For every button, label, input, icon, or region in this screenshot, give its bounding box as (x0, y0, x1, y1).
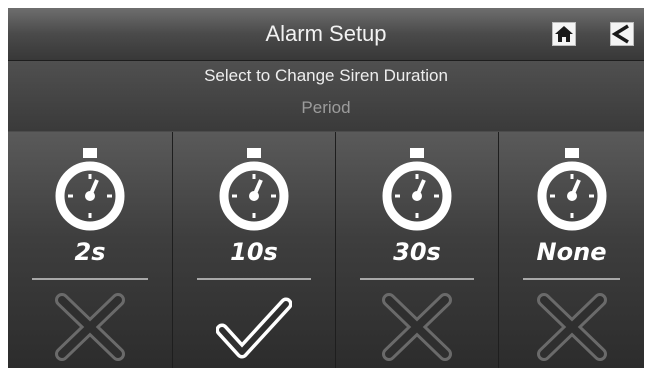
home-button[interactable] (552, 22, 576, 46)
back-button[interactable] (610, 22, 634, 46)
option-none[interactable]: None (499, 132, 644, 368)
divider (523, 278, 620, 280)
alarm-setup-screen: Alarm Setup Select to Change Siren Durat… (8, 8, 644, 368)
stopwatch-icon (537, 148, 606, 231)
unselected-x-icon (382, 293, 452, 361)
unselected-x-icon (536, 293, 607, 361)
instruction-text: Select to Change Siren Duration (204, 66, 448, 85)
duration-options: 2s 10s 30s None (8, 131, 644, 368)
field-label: Period (301, 98, 351, 117)
divider (197, 278, 311, 280)
option-10s[interactable]: 10s (173, 132, 336, 368)
option-30s[interactable]: 30s (336, 132, 499, 368)
divider (32, 278, 148, 280)
page-title: Alarm Setup (265, 21, 387, 46)
stopwatch-icon (55, 148, 125, 231)
instruction-panel: Select to Change Siren Duration Period (8, 61, 644, 131)
back-arrow-icon (611, 24, 629, 44)
divider (360, 278, 474, 280)
option-label: 2s (74, 238, 106, 266)
option-label: 30s (393, 238, 441, 266)
stopwatch-icon (382, 148, 452, 231)
unselected-x-icon (55, 293, 125, 361)
option-label: None (536, 238, 607, 266)
header-bar: Alarm Setup (8, 8, 644, 61)
stopwatch-icon (219, 148, 289, 231)
option-2s[interactable]: 2s (8, 132, 173, 368)
selected-check-icon (216, 297, 292, 359)
option-label: 10s (230, 238, 278, 266)
home-icon (555, 26, 573, 42)
